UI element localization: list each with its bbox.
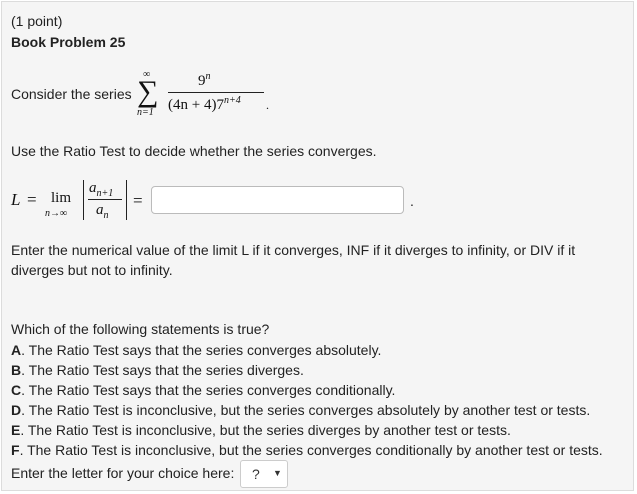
- limit-answer-input[interactable]: [151, 186, 404, 214]
- abs-bar-left: [83, 180, 84, 220]
- abs-bar-right: [126, 180, 127, 220]
- limit-help-line2: diverges but not to infinity.: [11, 262, 173, 278]
- option-c: C. The Ratio Test says that the series c…: [11, 382, 396, 398]
- fraction-bar: [168, 92, 264, 93]
- series-intro: Consider the series: [11, 86, 132, 102]
- sum-lower-limit: n=1: [137, 107, 154, 118]
- selected-letter: ?: [252, 466, 260, 482]
- limit-help-line1: Enter the numerical value of the limit L…: [11, 242, 576, 258]
- sigma-symbol: ∑: [137, 75, 159, 108]
- lim-operator: lim: [51, 190, 72, 206]
- equals-sign: =: [27, 190, 37, 209]
- lim-subscript: n→∞: [45, 208, 68, 219]
- ratio-fraction-bar: [88, 199, 122, 200]
- limit-period: .: [410, 193, 414, 209]
- option-b: B. The Ratio Test says that the series d…: [11, 362, 304, 378]
- option-a: A. The Ratio Test says that the series c…: [11, 342, 382, 358]
- option-f: F. The Ratio Test is inconclusive, but t…: [11, 442, 603, 458]
- letter-choice-select[interactable]: ? ▼: [240, 460, 288, 488]
- ratio-numerator: an+1: [89, 180, 114, 199]
- instruction-text: Use the Ratio Test to decide whether the…: [11, 143, 377, 159]
- problem-panel: (1 point) Book Problem 25 Consider the s…: [1, 1, 634, 491]
- numerator: 9n: [198, 71, 211, 90]
- points-label: (1 point): [11, 13, 63, 29]
- question-text: Which of the following statements is tru…: [11, 321, 270, 337]
- series-expression: ∞ ∑ n=1 9n (4n + 4)7n+4 .: [135, 68, 275, 124]
- option-e: E. The Ratio Test is inconclusive, but t…: [11, 422, 511, 438]
- series-period: .: [266, 98, 269, 112]
- ratio-denominator: an: [96, 202, 109, 221]
- limit-expression: L = lim n→∞ an+1 an =: [11, 180, 151, 224]
- denominator: (4n + 4)7n+4: [168, 95, 241, 114]
- dropdown-caret-icon: ▼: [273, 468, 282, 478]
- choice-label: Enter the letter for your choice here:: [11, 465, 235, 481]
- problem-title: Book Problem 25: [11, 34, 126, 50]
- equals-sign-2: =: [133, 191, 143, 210]
- limit-variable: L: [11, 190, 21, 209]
- option-d: D. The Ratio Test is inconclusive, but t…: [11, 402, 591, 418]
